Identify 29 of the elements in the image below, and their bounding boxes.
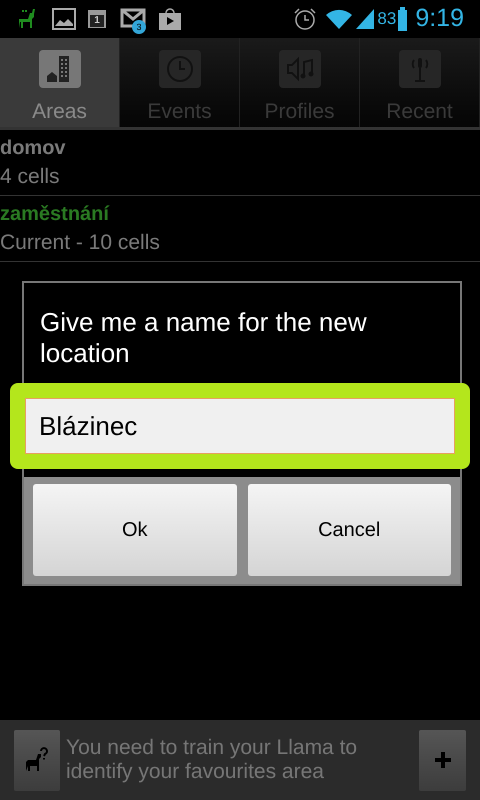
dialog-title: Give me a name for the new location bbox=[39, 306, 368, 370]
clock-time: 9:19 bbox=[415, 3, 464, 34]
building-icon bbox=[38, 50, 80, 88]
calendar-icon: 1 bbox=[88, 10, 106, 28]
dialog-button[interactable]: Ok bbox=[33, 484, 236, 576]
name-input-field[interactable]: Blázinec bbox=[25, 398, 455, 454]
signal-icon bbox=[355, 8, 376, 30]
area-name[interactable]: zaměstnání bbox=[0, 200, 480, 228]
battery-icon bbox=[398, 7, 408, 31]
shopping-bag-icon bbox=[158, 7, 182, 31]
tab[interactable]: Areas bbox=[0, 38, 120, 127]
area-name[interactable]: domov bbox=[0, 134, 480, 162]
speaker-music-icon bbox=[278, 50, 320, 88]
plus-icon bbox=[434, 751, 452, 769]
battery-level: 83 bbox=[377, 8, 396, 30]
hint-text: You need to train your Llama to identify your favourites area bbox=[66, 736, 358, 784]
area-detail: 4 cells bbox=[0, 164, 61, 190]
llama-icon bbox=[16, 8, 38, 30]
image-icon bbox=[52, 8, 76, 30]
clock-icon bbox=[158, 50, 200, 88]
antenna-icon bbox=[398, 50, 440, 88]
wifi-icon bbox=[325, 8, 354, 30]
notification-badge: 3 bbox=[132, 20, 146, 34]
llama-icon bbox=[24, 747, 50, 773]
llama-help-button[interactable] bbox=[14, 730, 60, 790]
add-button[interactable] bbox=[419, 730, 466, 790]
dialog-button[interactable]: Cancel bbox=[248, 484, 451, 576]
area-detail: Current - 10 cells bbox=[0, 230, 161, 256]
alarm-clock-icon bbox=[293, 7, 318, 31]
